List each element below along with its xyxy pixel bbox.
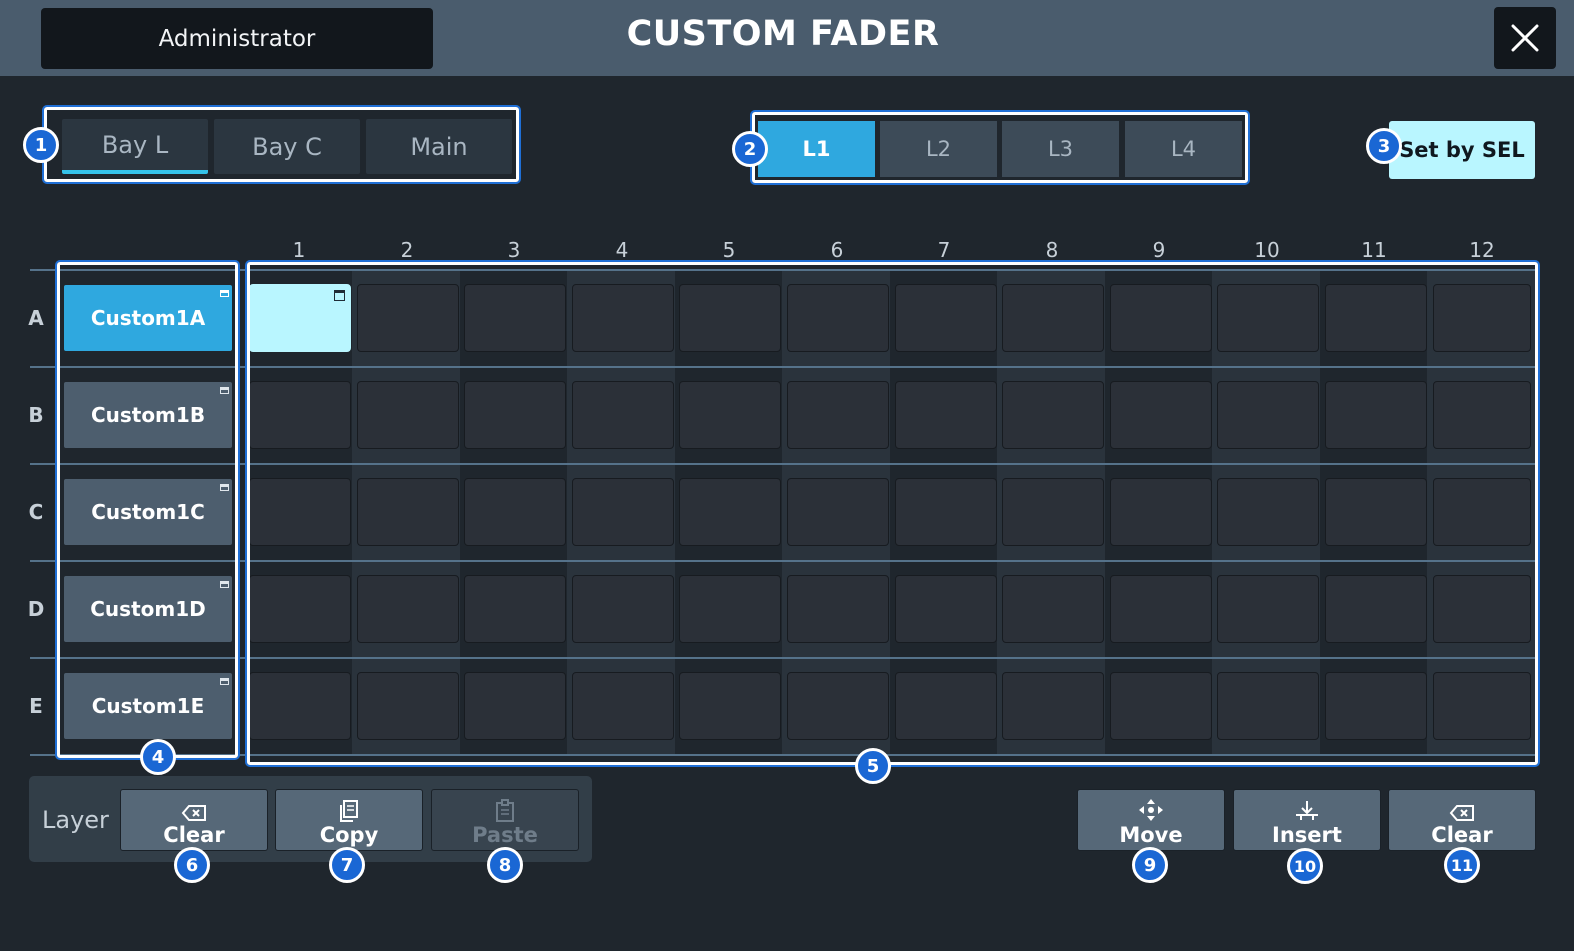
layer-copy-button[interactable]: Copy [275,789,423,851]
tab-label: L4 [1170,137,1197,161]
callout-2: 2 [732,131,768,167]
column-label-1: 1 [292,238,306,262]
button-label: Copy [319,823,379,847]
callout-1: 1 [23,127,59,163]
move-icon [1139,799,1163,821]
button-label: Clear [163,823,225,847]
button-label: Move [1119,823,1183,847]
move-button[interactable]: Move [1077,789,1225,851]
button-label: Paste [472,823,538,847]
copy-icon [340,800,358,822]
tab-bay-l[interactable]: Bay L [62,119,208,174]
layer-paste-button[interactable]: Paste [431,789,579,851]
paste-icon [496,799,514,822]
tab-label: Bay L [101,130,169,159]
column-label-2: 2 [400,238,414,262]
column-label-5: 5 [722,238,736,262]
column-label-12: 12 [1469,238,1495,262]
set-by-sel-button[interactable]: Set by SEL [1389,121,1535,179]
tab-l4[interactable]: L4 [1125,121,1242,177]
callout-9: 9 [1132,847,1168,883]
tab-bay-c[interactable]: Bay C [214,119,360,174]
callout-10: 10 [1287,848,1323,884]
row-button-group [57,262,238,758]
column-label-8: 8 [1045,238,1059,262]
column-label-7: 7 [937,238,951,262]
tab-l2[interactable]: L2 [880,121,997,177]
column-label-6: 6 [830,238,844,262]
backspace-icon [1449,805,1474,821]
edit-clear-button[interactable]: Clear [1388,789,1536,851]
layer-clear-button[interactable]: Clear [120,789,268,851]
column-label-11: 11 [1361,238,1387,262]
callout-5: 5 [855,748,891,784]
callout-6: 6 [174,847,210,883]
callout-7: 7 [329,847,365,883]
callout-4: 4 [140,739,176,775]
row-label-b: B [28,403,44,427]
row-label-d: D [27,597,45,621]
button-label: Insert [1272,823,1342,847]
column-label-3: 3 [507,238,521,262]
column-label-10: 10 [1254,238,1280,262]
callout-8: 8 [487,847,523,883]
row-label-a: A [28,306,44,330]
user-indicator[interactable]: Administrator [41,8,433,69]
tab-label: Bay C [252,132,322,161]
tab-label: Main [410,132,468,161]
tab-label: L2 [925,137,952,161]
insert-button[interactable]: Insert [1233,789,1381,851]
close-icon [1511,24,1539,52]
page-title: CUSTOM FADER [626,14,940,54]
row-label-e: E [29,694,43,718]
tab-label: L1 [802,137,831,161]
row-label-c: C [28,500,44,524]
tab-l1[interactable]: L1 [758,121,875,177]
tab-l3[interactable]: L3 [1002,121,1119,177]
callout-3: 3 [1366,128,1402,164]
callout-11: 11 [1444,847,1480,883]
user-name: Administrator [158,25,316,52]
column-label-4: 4 [615,238,629,262]
button-label: Clear [1431,823,1493,847]
grid-group [247,262,1538,765]
insert-icon [1296,801,1318,820]
tab-label: L3 [1047,137,1074,161]
close-button[interactable] [1494,7,1556,69]
tab-main[interactable]: Main [366,119,512,174]
layer-label: Layer [42,806,109,834]
column-label-9: 9 [1152,238,1166,262]
backspace-icon [181,805,206,821]
